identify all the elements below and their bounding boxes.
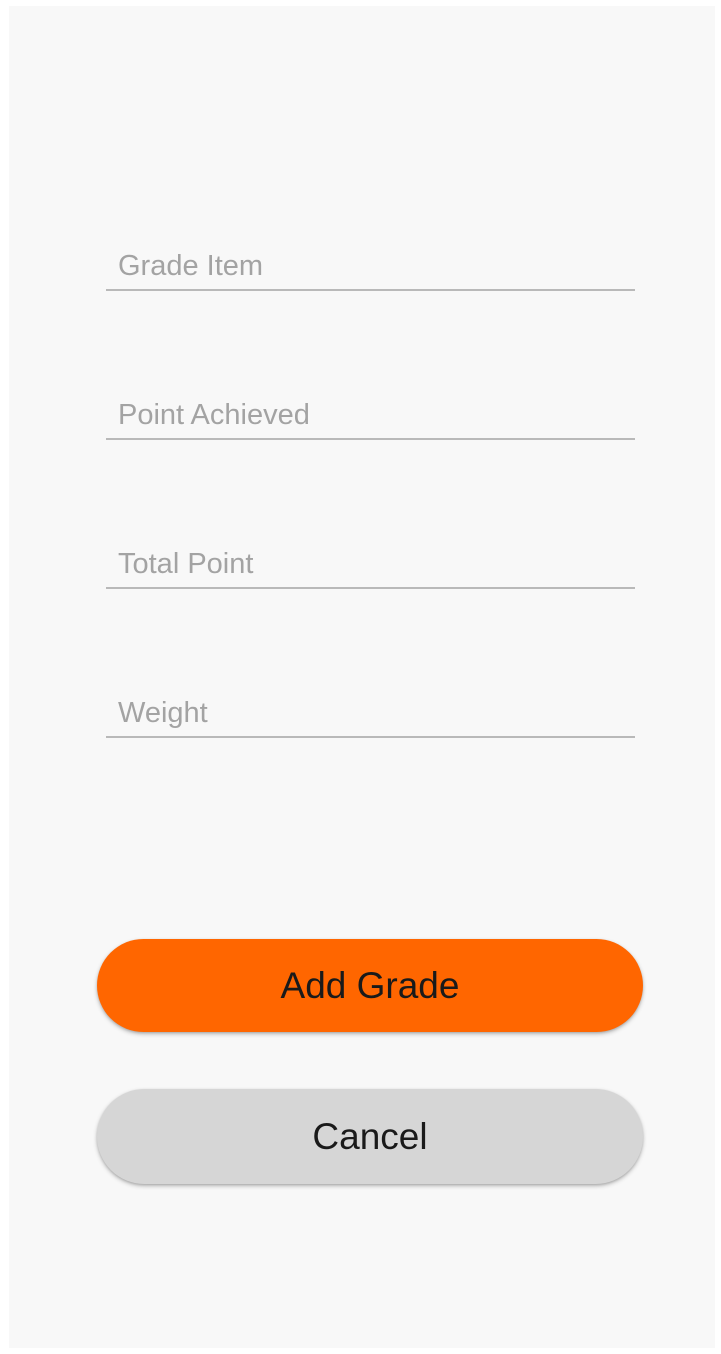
point-achieved-input[interactable] xyxy=(106,399,635,432)
grade-item-field[interactable] xyxy=(106,249,635,291)
weight-field[interactable] xyxy=(106,696,635,738)
total-point-field[interactable] xyxy=(106,547,635,589)
add-grade-button[interactable]: Add Grade xyxy=(97,939,643,1032)
add-grade-screen: Add Grade Cancel xyxy=(9,6,715,1348)
total-point-input[interactable] xyxy=(106,548,635,581)
weight-input[interactable] xyxy=(106,697,635,730)
grade-item-input[interactable] xyxy=(106,250,635,283)
point-achieved-field[interactable] xyxy=(106,398,635,440)
cancel-button[interactable]: Cancel xyxy=(97,1089,643,1184)
